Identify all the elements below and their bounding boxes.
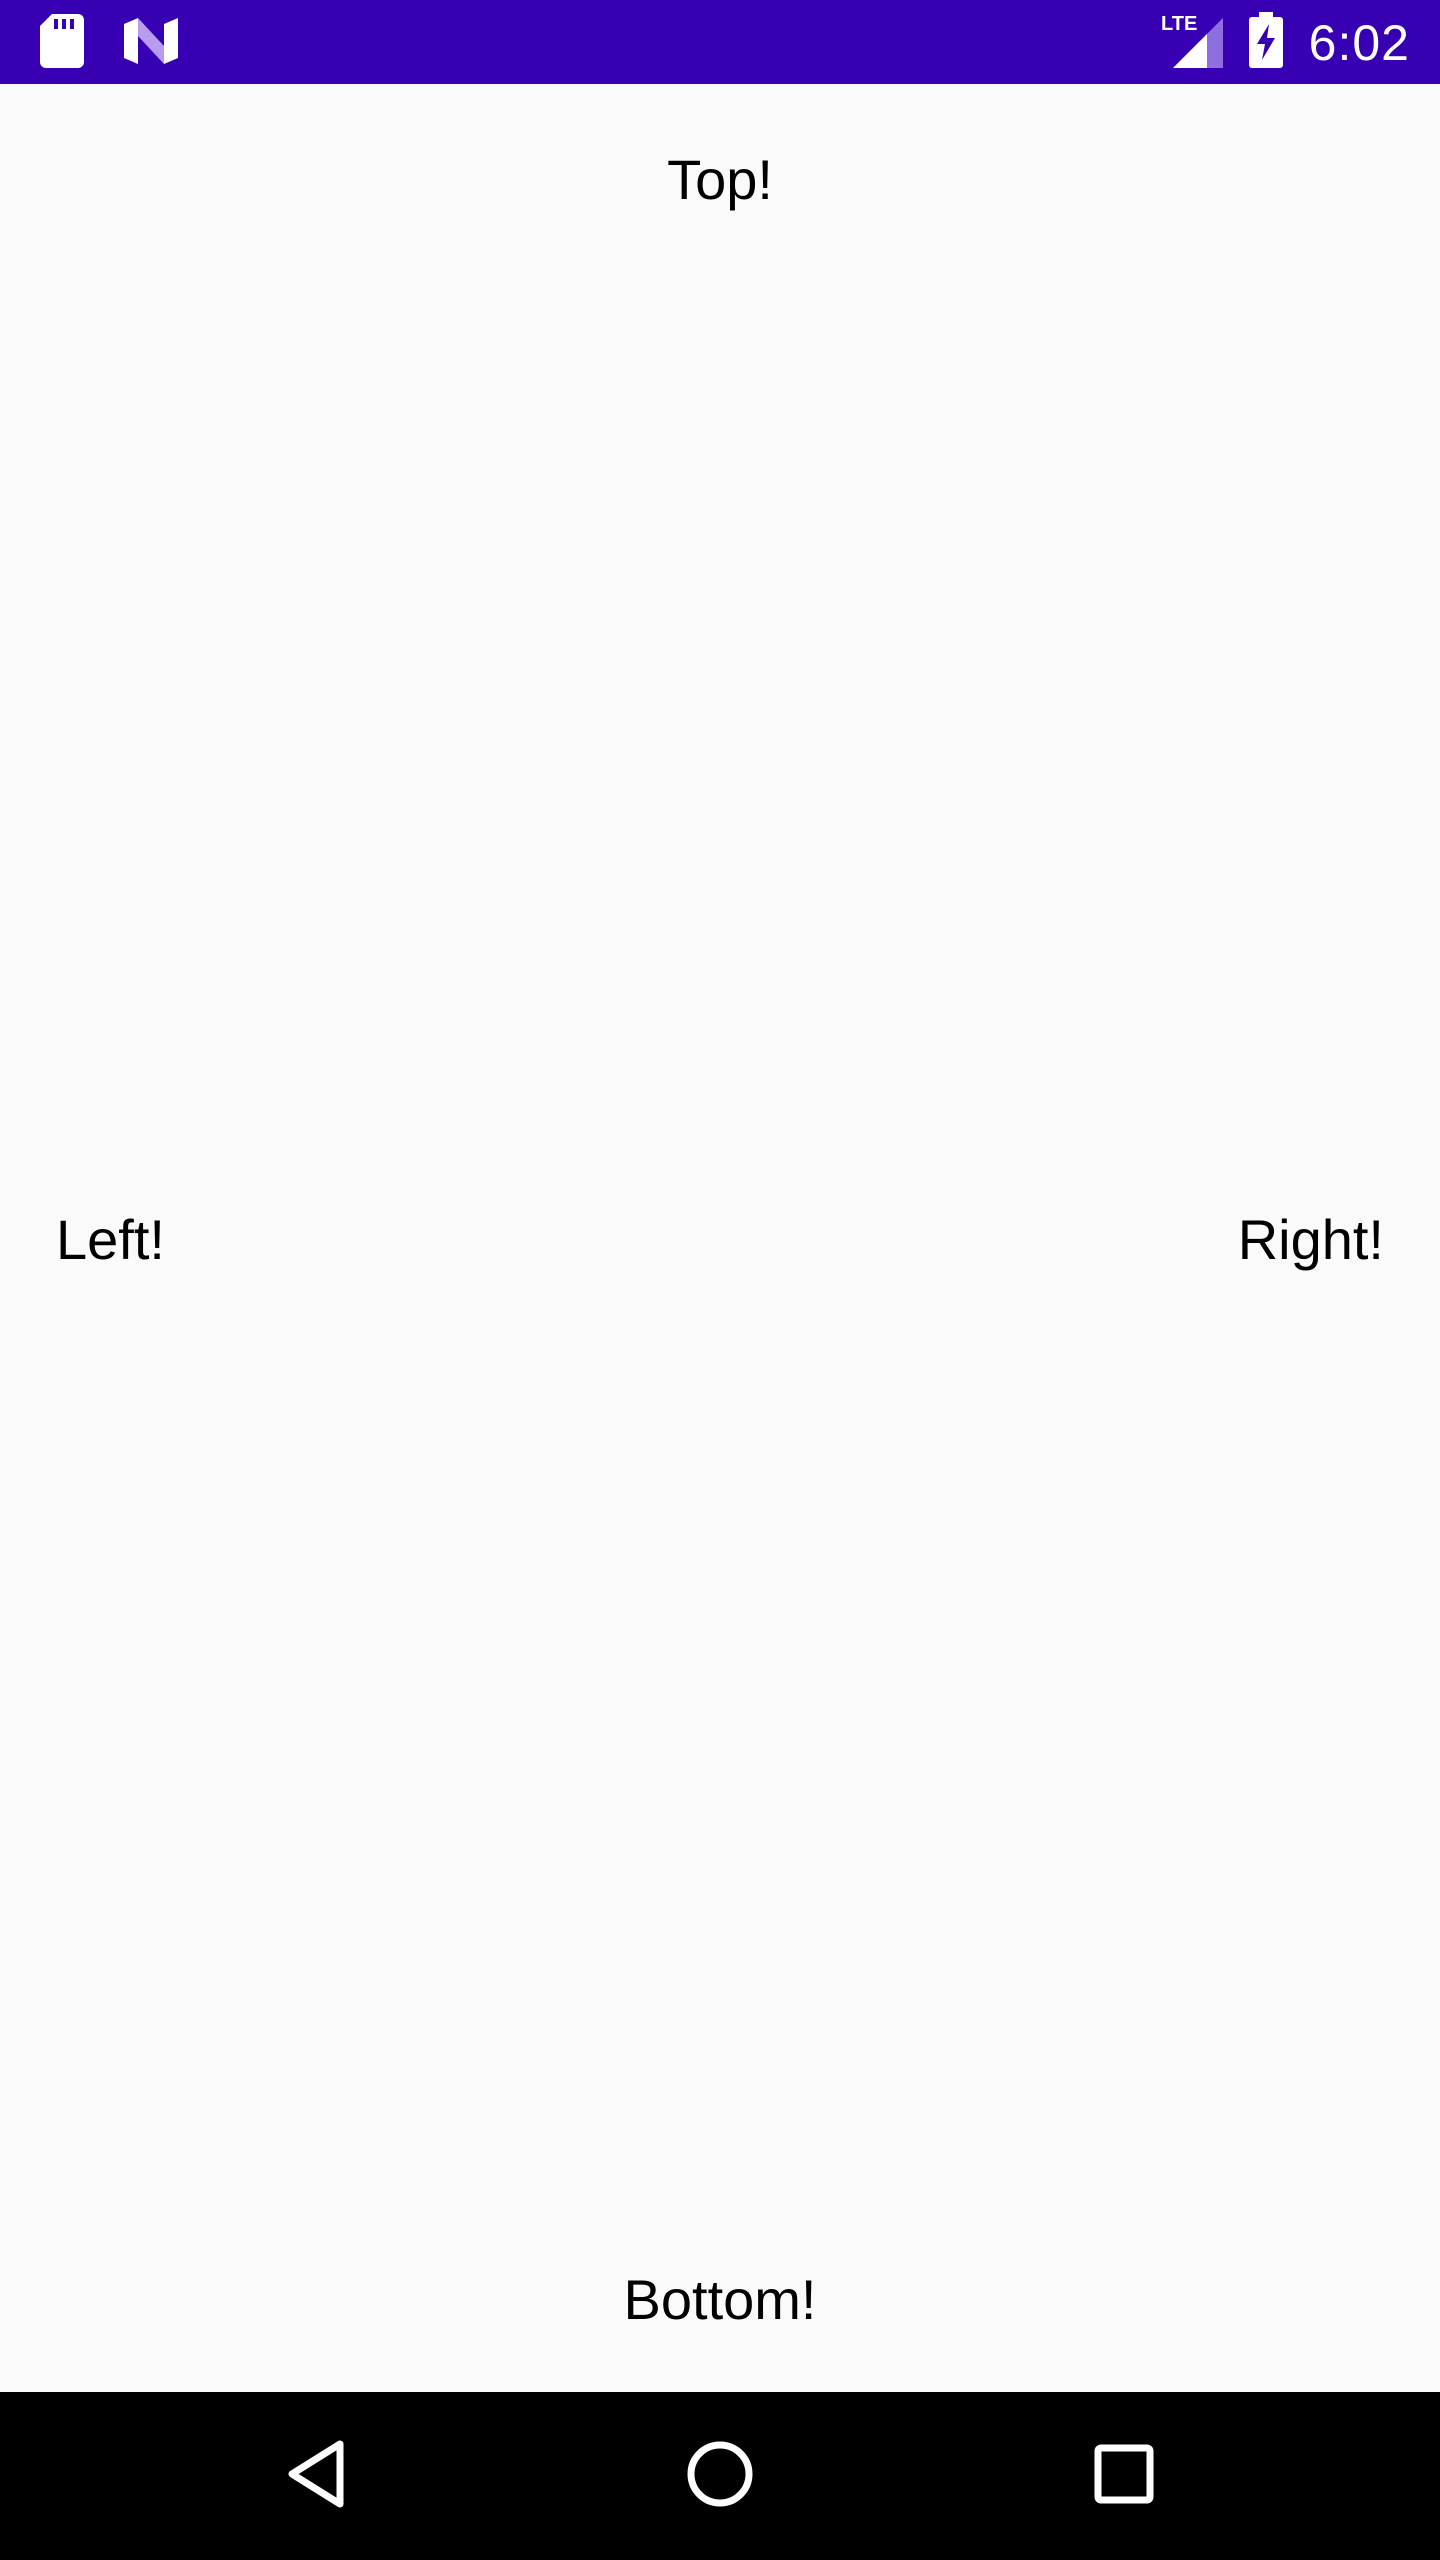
home-icon [685, 2439, 755, 2514]
left-label: Left! [56, 1208, 165, 1271]
status-right-icons: LTE 6:02 [1161, 12, 1410, 73]
battery-charging-icon [1248, 12, 1283, 73]
lte-signal-icon: LTE [1161, 12, 1223, 73]
recents-icon [1094, 2444, 1154, 2509]
navigation-bar [0, 2392, 1440, 2560]
main-content: Top! Left! Right! Bottom! [0, 84, 1440, 2392]
bottom-label: Bottom! [623, 2268, 817, 2331]
top-label: Top! [667, 148, 773, 211]
right-label: Right! [1237, 1208, 1384, 1271]
back-button[interactable] [256, 2416, 376, 2536]
status-time: 6:02 [1308, 14, 1410, 71]
recents-button[interactable] [1064, 2416, 1184, 2536]
back-icon [284, 2438, 348, 2515]
app-n-icon [124, 18, 178, 69]
svg-text:LTE: LTE [1161, 13, 1197, 35]
status-left-icons [40, 14, 178, 73]
home-button[interactable] [660, 2416, 780, 2536]
status-bar: LTE 6:02 [0, 0, 1440, 84]
sd-card-icon [40, 14, 84, 73]
